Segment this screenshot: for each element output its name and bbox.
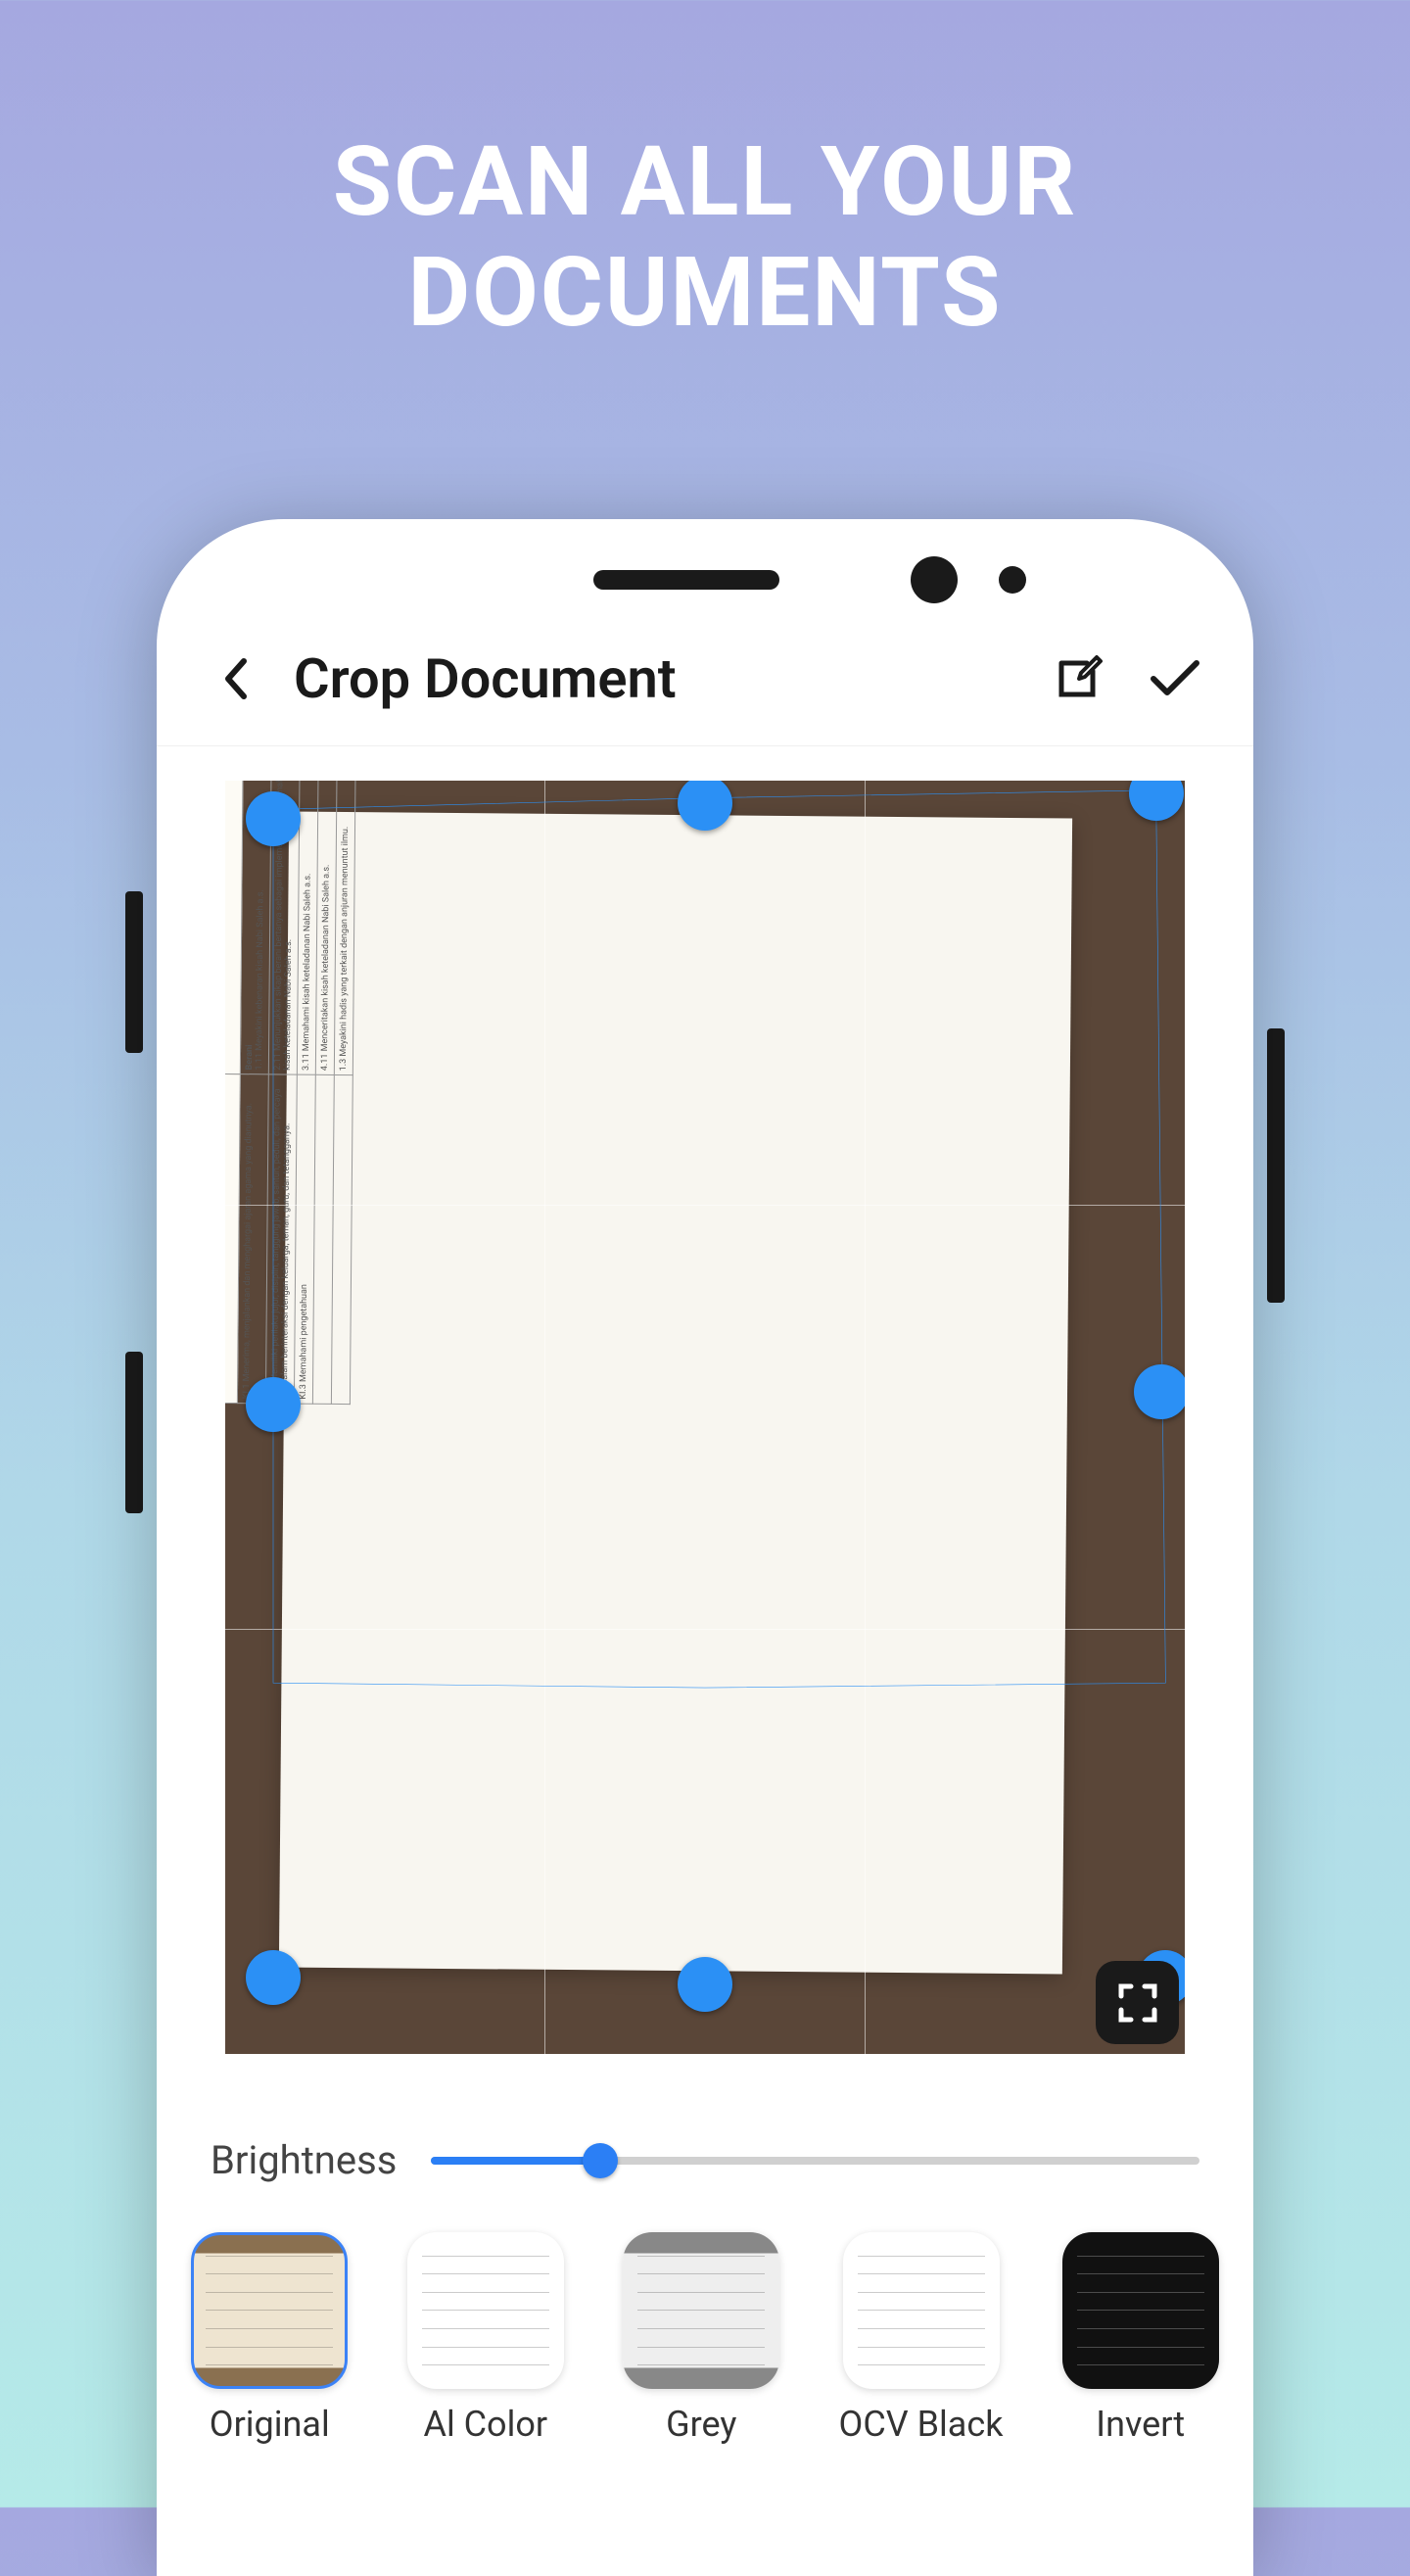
back-button[interactable] xyxy=(206,649,264,708)
filter-label-al_color: Al Color xyxy=(423,2404,547,2445)
filter-invert[interactable]: Invert xyxy=(1061,2232,1219,2445)
app-header: Crop Document xyxy=(157,593,1253,745)
crop-handle-6[interactable] xyxy=(246,1950,301,2005)
filter-thumb-original xyxy=(191,2232,348,2389)
crop-handle-2[interactable] xyxy=(1129,781,1184,821)
chevron-left-icon xyxy=(222,657,248,700)
confirm-button[interactable] xyxy=(1146,649,1204,708)
phone-camera-icon xyxy=(911,556,958,603)
filter-al_color[interactable]: Al Color xyxy=(407,2232,565,2445)
crop-handle-3[interactable] xyxy=(1134,1364,1186,1419)
filter-thumb-invert xyxy=(1062,2232,1219,2389)
filter-grey[interactable]: Grey xyxy=(623,2232,780,2445)
filter-thumb-grey xyxy=(623,2232,779,2389)
crop-viewport[interactable]: PERHITUNGAN KRITERIA KETUNTASAN MINIMUM … xyxy=(225,781,1185,2054)
hero-line-2: DOCUMENTS xyxy=(0,238,1410,349)
phone-volume-down-button xyxy=(125,1352,143,1513)
phone-notch xyxy=(157,519,1253,593)
phone-sensor-icon xyxy=(999,566,1026,594)
phone-volume-up-button xyxy=(125,891,143,1053)
filter-ocv_black[interactable]: OCV Black xyxy=(839,2232,1004,2445)
hero-headline: SCAN ALL YOUR DOCUMENTS xyxy=(0,0,1410,348)
hero-line-1: SCAN ALL YOUR xyxy=(0,127,1410,238)
filter-label-original: Original xyxy=(210,2404,330,2445)
page-title: Crop Document xyxy=(274,646,1009,711)
brightness-slider[interactable] xyxy=(431,2157,1199,2165)
crop-handle-0[interactable] xyxy=(246,791,301,846)
brightness-label: Brightness xyxy=(211,2137,397,2183)
phone-speaker xyxy=(593,570,779,590)
doc-table: KOMPETENSI INTI KOMPETENSI DASAR Kriteri… xyxy=(225,781,360,1405)
fullscreen-icon xyxy=(1117,1982,1158,2024)
phone-frame: Crop Document PERHITUNGAN KRITERIA KETUN… xyxy=(157,519,1253,2576)
header-divider xyxy=(157,745,1253,746)
table-row: 1.3 Meyakini hadis yang terkait dengan a… xyxy=(331,781,359,1405)
filter-thumb-al_color xyxy=(407,2232,564,2389)
slider-fill xyxy=(431,2157,600,2165)
edit-button[interactable] xyxy=(1048,649,1106,708)
filters-row: Original Al Color Grey OCV Black Invert xyxy=(157,2213,1253,2445)
filter-label-ocv_black: OCV Black xyxy=(839,2404,1004,2445)
check-icon xyxy=(1150,659,1200,698)
edit-icon xyxy=(1050,651,1104,706)
phone-power-button xyxy=(1267,1028,1285,1303)
crop-handle-7[interactable] xyxy=(246,1377,301,1432)
filter-original[interactable]: Original xyxy=(191,2232,349,2445)
crop-handle-5[interactable] xyxy=(678,1957,732,2012)
fullscreen-button[interactable] xyxy=(1096,1961,1179,2044)
brightness-control: Brightness xyxy=(157,2088,1253,2213)
filter-label-grey: Grey xyxy=(666,2404,736,2445)
filter-label-invert: Invert xyxy=(1096,2404,1185,2445)
scanned-document: PERHITUNGAN KRITERIA KETUNTASAN MINIMUM … xyxy=(279,812,1072,1975)
slider-thumb[interactable] xyxy=(583,2143,618,2178)
filter-thumb-ocv_black xyxy=(843,2232,1000,2389)
